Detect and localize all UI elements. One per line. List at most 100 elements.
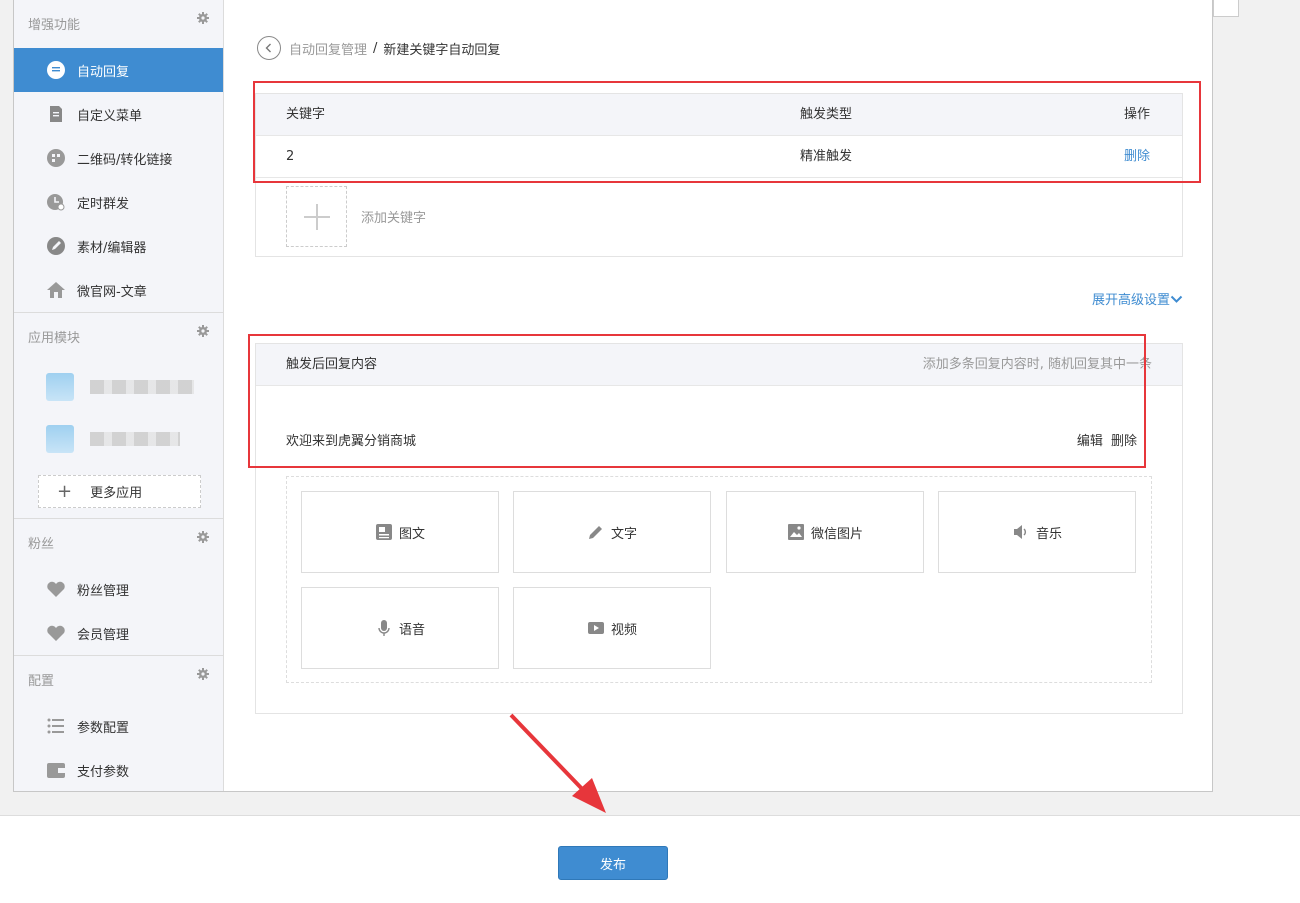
sidebar-item-member-management[interactable]: 会员管理 — [14, 611, 223, 655]
sidebar-item-auto-reply[interactable]: 自动回复 — [14, 48, 223, 92]
sidebar-item-materials[interactable]: 素材/编辑器 — [14, 224, 223, 268]
reply-type-label: 音乐 — [1035, 526, 1062, 542]
plus-icon: + — [57, 480, 73, 502]
sidebar-item-label: 粉丝管理 — [77, 583, 130, 599]
chevron-down-icon — [1170, 295, 1183, 303]
sidebar-group-config: 配置 — [14, 656, 223, 704]
sidebar-group-enhanced: 增强功能 — [14, 0, 223, 48]
more-apps-label: 更多应用 — [90, 486, 143, 501]
column-header-action: 操作 — [1124, 107, 1151, 122]
reply-type-picture-button[interactable]: 微信图片 — [726, 491, 924, 573]
advanced-settings-toggle[interactable]: 展开高级设置 — [1092, 289, 1183, 308]
reply-type-label: 视频 — [610, 622, 637, 638]
breadcrumb-parent-link[interactable]: 自动回复管理 — [289, 39, 367, 58]
sidebar-item-label: 参数配置 — [77, 720, 130, 736]
home-icon — [47, 282, 65, 298]
sidebar-group-title: 应用模块 — [28, 331, 81, 346]
video-icon — [587, 622, 604, 634]
column-header-trigger-type: 触发类型 — [800, 107, 853, 122]
sidebar-item-qrcode[interactable]: 二维码/转化链接 — [14, 136, 223, 180]
picture-icon — [787, 524, 804, 540]
add-keyword-button[interactable]: 添加关键字 — [286, 186, 426, 247]
reply-type-area: 图文 文字 微信图片 音乐 语音 视频 — [286, 476, 1152, 683]
reply-type-music-button[interactable]: 音乐 — [938, 491, 1136, 573]
reply-panel-title: 触发后回复内容 — [286, 357, 378, 372]
chevron-left-icon — [265, 43, 271, 53]
reply-item: 欢迎来到虎翼分销商城 编辑 删除 — [286, 430, 1137, 449]
column-header-keyword: 关键字 — [286, 107, 326, 122]
reply-type-label: 微信图片 — [810, 526, 863, 542]
sidebar-item-param-config[interactable]: 参数配置 — [14, 704, 223, 748]
annotation-arrow-icon — [509, 713, 606, 813]
reply-type-label: 语音 — [398, 622, 425, 638]
more-apps-button[interactable]: + 更多应用 — [38, 475, 201, 508]
speaker-icon — [1013, 525, 1026, 539]
publish-button[interactable]: 发布 — [558, 846, 668, 880]
sidebar-item-label: 微官网-文章 — [77, 284, 147, 300]
sidebar-group-title: 粉丝 — [28, 537, 55, 552]
reply-panel-header: 触发后回复内容 添加多条回复内容时, 随机回复其中一条 — [256, 344, 1182, 386]
delete-keyword-link[interactable]: 删除 — [1124, 136, 1150, 178]
microphone-icon — [378, 620, 390, 636]
keyword-value: 2 — [286, 149, 295, 164]
reply-panel: 触发后回复内容 添加多条回复内容时, 随机回复其中一条 欢迎来到虎翼分销商城 编… — [255, 343, 1183, 714]
sidebar-group-fans: 粉丝 — [14, 519, 223, 567]
blurred-app-item[interactable] — [14, 361, 223, 413]
sidebar-group-title: 增强功能 — [28, 18, 81, 33]
sidebar-item-custom-menu[interactable]: 自定义菜单 — [14, 92, 223, 136]
main-frame: 增强功能 自动回复 自定义菜单 二维码/转化链接 定时群发 素材/编辑器 微官网… — [13, 0, 1213, 792]
sidebar-item-fan-management[interactable]: 粉丝管理 — [14, 567, 223, 611]
chat-bubble-icon — [47, 61, 65, 79]
gear-icon[interactable] — [197, 325, 209, 337]
breadcrumb-current: 新建关键字自动回复 — [383, 42, 501, 58]
blurred-app-item[interactable] — [14, 413, 223, 465]
edit-reply-link[interactable]: 编辑 — [1077, 434, 1103, 449]
app-icon — [46, 425, 74, 453]
wallet-icon — [47, 763, 65, 778]
sidebar-item-label: 定时群发 — [77, 196, 130, 212]
reply-item-text: 欢迎来到虎翼分销商城 — [286, 434, 417, 449]
table-row: 2 精准触发 删除 — [256, 136, 1182, 178]
sidebar-group-apps: 应用模块 — [14, 313, 223, 361]
qrcode-icon — [47, 149, 65, 167]
sidebar-group-title: 配置 — [28, 674, 55, 689]
sidebar-item-scheduled-send[interactable]: 定时群发 — [14, 180, 223, 224]
pencil-icon — [47, 237, 65, 255]
gear-icon[interactable] — [197, 531, 209, 543]
pencil-icon — [588, 526, 602, 539]
list-icon — [47, 718, 64, 734]
reply-type-image-text-button[interactable]: 图文 — [301, 491, 499, 573]
sidebar-item-label: 素材/编辑器 — [77, 240, 147, 256]
heart-icon — [47, 625, 65, 641]
gear-icon[interactable] — [197, 668, 209, 680]
plus-icon — [303, 203, 330, 230]
sidebar-item-label: 会员管理 — [77, 627, 130, 643]
app-icon — [46, 373, 74, 401]
reply-type-text-button[interactable]: 文字 — [513, 491, 711, 573]
reply-type-voice-button[interactable]: 语音 — [301, 587, 499, 669]
blurred-app-label — [90, 432, 180, 446]
heart-icon — [47, 581, 65, 597]
blurred-app-label — [90, 380, 194, 394]
trigger-type-value: 精准触发 — [800, 149, 853, 164]
breadcrumb: 自动回复管理 / 新建关键字自动回复 — [257, 36, 500, 60]
add-box — [286, 186, 347, 247]
reply-type-label: 文字 — [610, 526, 637, 542]
sidebar-item-payment-params[interactable]: 支付参数 — [14, 748, 223, 792]
sidebar: 增强功能 自动回复 自定义菜单 二维码/转化链接 定时群发 素材/编辑器 微官网… — [14, 0, 224, 791]
advanced-settings-label: 展开高级设置 — [1091, 293, 1170, 308]
breadcrumb-separator: / — [373, 40, 378, 56]
keyword-panel: 关键字 触发类型 操作 2 精准触发 删除 添加关键字 — [255, 93, 1183, 257]
window-fragment — [1213, 0, 1239, 17]
delete-reply-link[interactable]: 删除 — [1111, 434, 1137, 449]
keyword-table-header: 关键字 触发类型 操作 — [256, 94, 1182, 136]
reply-type-label: 图文 — [398, 526, 425, 542]
back-button[interactable] — [257, 36, 281, 60]
clock-icon — [47, 194, 65, 211]
reply-type-video-button[interactable]: 视频 — [513, 587, 711, 669]
gear-icon[interactable] — [197, 12, 209, 24]
sidebar-item-label: 自动回复 — [77, 64, 130, 80]
sidebar-item-microsite[interactable]: 微官网-文章 — [14, 268, 223, 312]
app-root: 增强功能 自动回复 自定义菜单 二维码/转化链接 定时群发 素材/编辑器 微官网… — [0, 0, 1300, 903]
sidebar-item-label: 自定义菜单 — [77, 108, 143, 124]
